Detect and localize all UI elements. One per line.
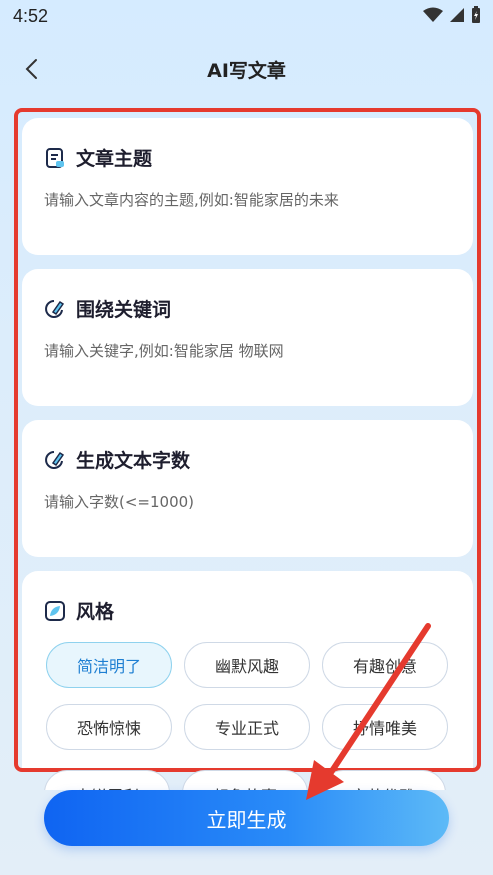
topic-input[interactable] [44, 191, 451, 209]
style-chip-lyrical[interactable]: 抒情唯美 [322, 704, 448, 750]
page-title: AI写文章 [207, 60, 286, 82]
app-header: AI写文章 [0, 44, 493, 94]
wordcount-title: 生成文本字数 [76, 450, 191, 472]
form-scroll-area[interactable]: 文章主题 围绕关键词 生成文本字数 [14, 108, 481, 772]
style-chip-horror[interactable]: 恐怖惊悚 [46, 704, 172, 750]
wifi-icon [423, 7, 443, 22]
status-time: 4:52 [13, 6, 49, 26]
keywords-card: 围绕关键词 [22, 269, 473, 406]
wordcount-input[interactable] [44, 493, 451, 511]
status-icons [423, 6, 481, 24]
style-card: 风格 简洁明了 幽默风趣 有趣创意 恐怖惊悚 专业正式 抒情唯美 [22, 571, 473, 768]
topic-title: 文章主题 [76, 148, 153, 170]
edit-circle-icon [44, 449, 66, 471]
topic-card: 文章主题 [22, 118, 473, 255]
style-chip-formal[interactable]: 专业正式 [184, 704, 310, 750]
style-chip-creative[interactable]: 有趣创意 [322, 642, 448, 688]
wordcount-card: 生成文本字数 [22, 420, 473, 557]
style-chip-group: 简洁明了 幽默风趣 有趣创意 恐怖惊悚 专业正式 抒情唯美 [46, 642, 451, 750]
style-chip-row-partial: 尖锐犀利 想象故事 文艺优雅 [40, 770, 460, 790]
style-title: 风格 [76, 601, 115, 623]
style-chip-humorous[interactable]: 幽默风趣 [184, 642, 310, 688]
style-chip-sharp[interactable]: 尖锐犀利 [44, 770, 170, 790]
style-chip-concise[interactable]: 简洁明了 [46, 642, 172, 688]
keywords-input[interactable] [44, 342, 451, 360]
style-chip-elegant[interactable]: 文艺优雅 [320, 770, 446, 790]
generate-button[interactable]: 立即生成 [44, 790, 449, 846]
style-chip-story[interactable]: 想象故事 [182, 770, 308, 790]
leaf-icon [44, 600, 66, 622]
signal-icon [450, 8, 464, 22]
document-icon [44, 147, 66, 169]
keywords-title: 围绕关键词 [76, 299, 172, 321]
edit-circle-icon [44, 298, 66, 320]
status-bar: 4:52 [0, 0, 493, 34]
battery-icon [472, 6, 480, 23]
